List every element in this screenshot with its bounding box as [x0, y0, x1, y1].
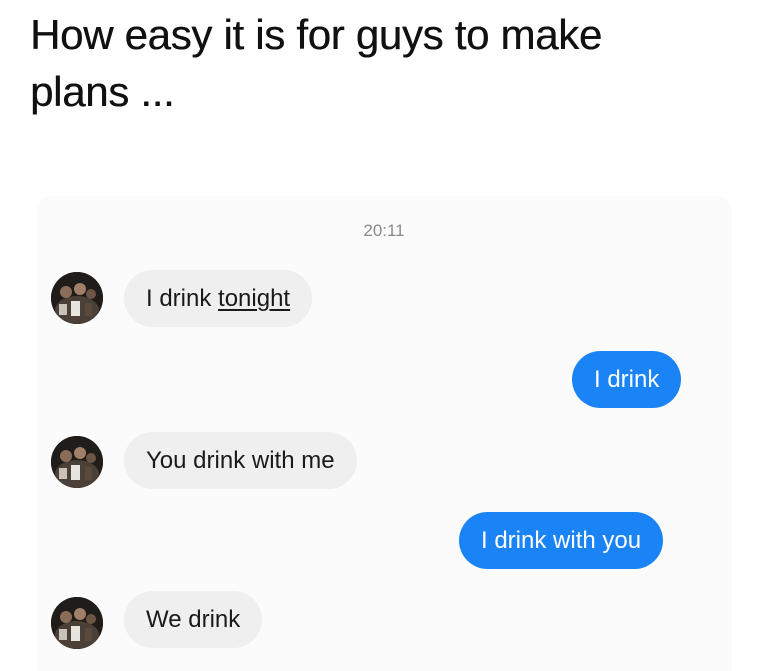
message-timestamp: 20:11 — [363, 221, 405, 240]
incoming-message-bubble[interactable]: You drink with me — [124, 432, 357, 489]
contact-avatar[interactable] — [51, 597, 103, 649]
outgoing-message-bubble[interactable]: I drink with you — [459, 512, 664, 569]
incoming-message-bubble[interactable]: I drink tonight — [124, 270, 313, 327]
headline-line-1: How easy it is for guys to make — [30, 11, 602, 58]
meme-page: How easy it is for guys to make plans ...… — [0, 0, 768, 671]
contact-avatar[interactable] — [51, 272, 103, 324]
incoming-message-bubble[interactable]: We drink — [124, 591, 263, 648]
avatar-photo-icon — [51, 272, 103, 324]
avatar-photo-icon — [51, 597, 103, 649]
outgoing-message-bubble[interactable]: I drink — [572, 351, 682, 408]
message-text: I drink — [146, 285, 219, 312]
message-link-word[interactable]: tonight — [218, 285, 290, 312]
avatar-photo-icon — [51, 436, 103, 488]
headline-line-2: plans ... — [30, 68, 175, 115]
meme-headline: How easy it is for guys to make plans ... — [30, 6, 730, 120]
contact-avatar[interactable] — [51, 436, 103, 488]
